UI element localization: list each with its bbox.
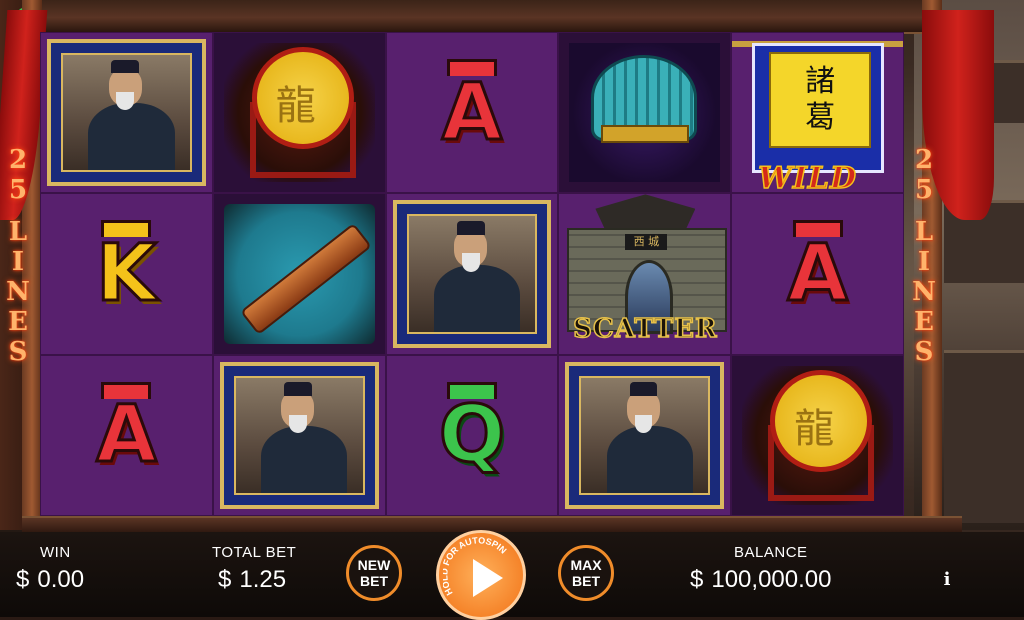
symbol-strategist [40,32,213,194]
scatter-gate-sign: 西 城 [625,234,668,251]
city-gate-icon [595,194,696,231]
total-bet-value: $1.25 [218,566,287,593]
drum-icon: 龍 [760,369,875,501]
symbol-letter-a: A [385,32,559,194]
balance-value: $100,000.00 [690,566,832,593]
scatter-label: SCATTER [572,314,718,346]
wild-banner: 諸葛 [752,43,885,173]
symbol-letter-k: K [40,193,213,355]
strategist-portrait-frame [392,200,552,348]
play-icon [473,559,503,597]
spin-button[interactable]: HOLD FOR AUTOSPIN [436,530,526,620]
symbol-strategist [558,354,732,516]
lines-indicator-right: 2 5 L I N E S [912,145,936,367]
lines-indicator-left: 2 5 L I N E S [6,145,30,367]
symbol-wild: 諸葛 WILD [731,32,904,194]
new-bet-button[interactable]: NEW BET [346,545,402,601]
wild-label: WILD [757,160,858,194]
balance-label: BALANCE [734,544,808,561]
symbol-zither [212,193,386,355]
total-bet-label: TOTAL BET [212,544,297,561]
strategist-portrait-frame [565,361,725,509]
win-label: WIN [40,544,71,561]
strategist-portrait-frame [47,39,206,187]
symbol-drum: 龍 [212,32,386,194]
symbol-strategist [212,354,386,516]
win-value: $0.00 [16,566,85,593]
strategist-portrait-frame [219,361,379,509]
symbol-hat [558,32,732,194]
symbol-letter-a: A [731,193,904,355]
symbol-drum: 龍 [731,354,904,516]
info-icon[interactable]: i [936,569,958,591]
frame-top [22,0,934,34]
max-bet-button[interactable]: MAX BET [558,545,614,601]
drum-icon: 龍 [242,47,356,178]
symbol-letter-a: A [40,354,213,516]
symbol-strategist [385,193,559,355]
symbol-letter-q: Q [385,354,559,516]
reel-grid: 龍 A 諸葛 WILD K 西 城 SCATTER A A Q 龍 [40,32,904,516]
symbol-scatter: 西 城 SCATTER [558,193,732,355]
